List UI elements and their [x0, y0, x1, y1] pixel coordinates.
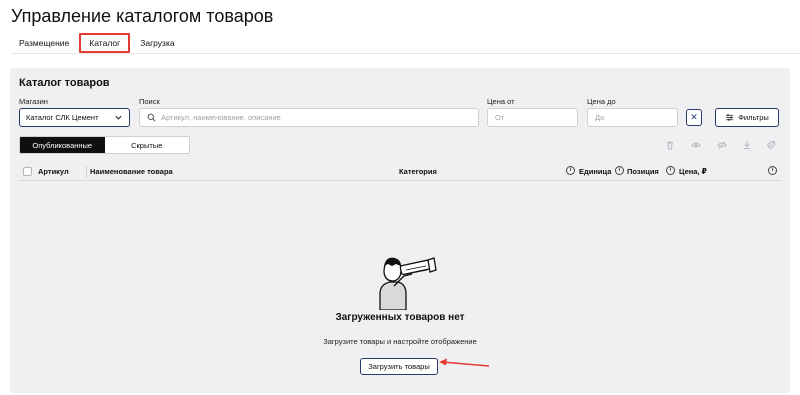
unit-info-icon[interactable]: i	[615, 166, 624, 175]
column-divider	[86, 166, 87, 178]
empty-state-title: Загруженных товаров нет	[335, 312, 465, 323]
tab-bar: Размещение Каталог Загрузка	[11, 33, 800, 54]
show-button[interactable]	[687, 136, 705, 154]
eye-off-icon	[717, 141, 727, 149]
close-icon: ✕	[690, 112, 698, 122]
red-arrow-annotation	[439, 358, 490, 367]
catalog-panel: Каталог товаров Магазин Поиск Цена от Це…	[10, 68, 790, 393]
table-header: Артикул Наименование товара Категория i …	[19, 163, 781, 181]
tab-upload[interactable]: Загрузка	[132, 33, 182, 53]
column-position[interactable]: Позиция	[627, 167, 659, 176]
tag-icon	[766, 141, 775, 150]
price-from-input[interactable]: От	[487, 108, 578, 127]
price-to-input[interactable]: До	[587, 108, 678, 127]
search-icon	[147, 113, 156, 122]
select-all-checkbox[interactable]	[23, 167, 32, 176]
category-info-icon[interactable]: i	[566, 166, 575, 175]
column-unit[interactable]: Единица	[579, 167, 611, 176]
position-info-icon[interactable]: i	[666, 166, 675, 175]
price-to-placeholder: До	[595, 113, 605, 122]
filters-label: Фильтры	[738, 113, 769, 122]
store-label: Магазин	[19, 97, 48, 106]
column-category[interactable]: Категория	[399, 167, 437, 176]
chevron-down-icon	[115, 115, 122, 120]
upload-products-button[interactable]: Загрузить товары	[360, 358, 438, 375]
publish-status-toggle: Опубликованные Скрытые	[19, 136, 190, 154]
store-select-value: Каталог СЛК Цемент	[26, 113, 99, 122]
segment-hidden[interactable]: Скрытые	[105, 137, 190, 153]
download-button[interactable]	[738, 136, 756, 154]
trash-icon	[667, 141, 673, 150]
segment-published[interactable]: Опубликованные	[20, 137, 105, 153]
filters-button[interactable]: Фильтры	[715, 108, 779, 127]
column-article[interactable]: Артикул	[38, 167, 69, 176]
search-placeholder: Артикул, наименование, описание	[161, 113, 281, 122]
delete-button[interactable]	[661, 136, 679, 154]
price-from-placeholder: От	[495, 113, 505, 122]
store-select[interactable]: Каталог СЛК Цемент	[19, 108, 130, 127]
price-to-label: Цена до	[587, 97, 616, 106]
price-info-icon[interactable]: i	[768, 166, 777, 175]
tag-button[interactable]	[762, 136, 780, 154]
price-from-label: Цена от	[487, 97, 515, 106]
tab-placement[interactable]: Размещение	[11, 33, 77, 53]
tab-catalog[interactable]: Каталог	[79, 33, 131, 53]
column-name[interactable]: Наименование товара	[90, 167, 173, 176]
clear-filters-button[interactable]: ✕	[686, 109, 702, 126]
download-icon	[744, 141, 750, 149]
hide-button[interactable]	[713, 136, 731, 154]
column-price[interactable]: Цена, ₽	[679, 167, 707, 176]
search-input[interactable]: Артикул, наименование, описание	[139, 108, 479, 127]
page-title: Управление каталогом товаров	[11, 6, 274, 26]
catalog-title: Каталог товаров	[19, 77, 110, 89]
empty-state-subtitle: Загрузите товары и настройте отображение	[323, 337, 477, 346]
eye-icon	[691, 142, 701, 148]
search-label: Поиск	[139, 97, 160, 106]
binoculars-person-illustration	[379, 257, 437, 310]
sliders-icon	[726, 114, 734, 121]
